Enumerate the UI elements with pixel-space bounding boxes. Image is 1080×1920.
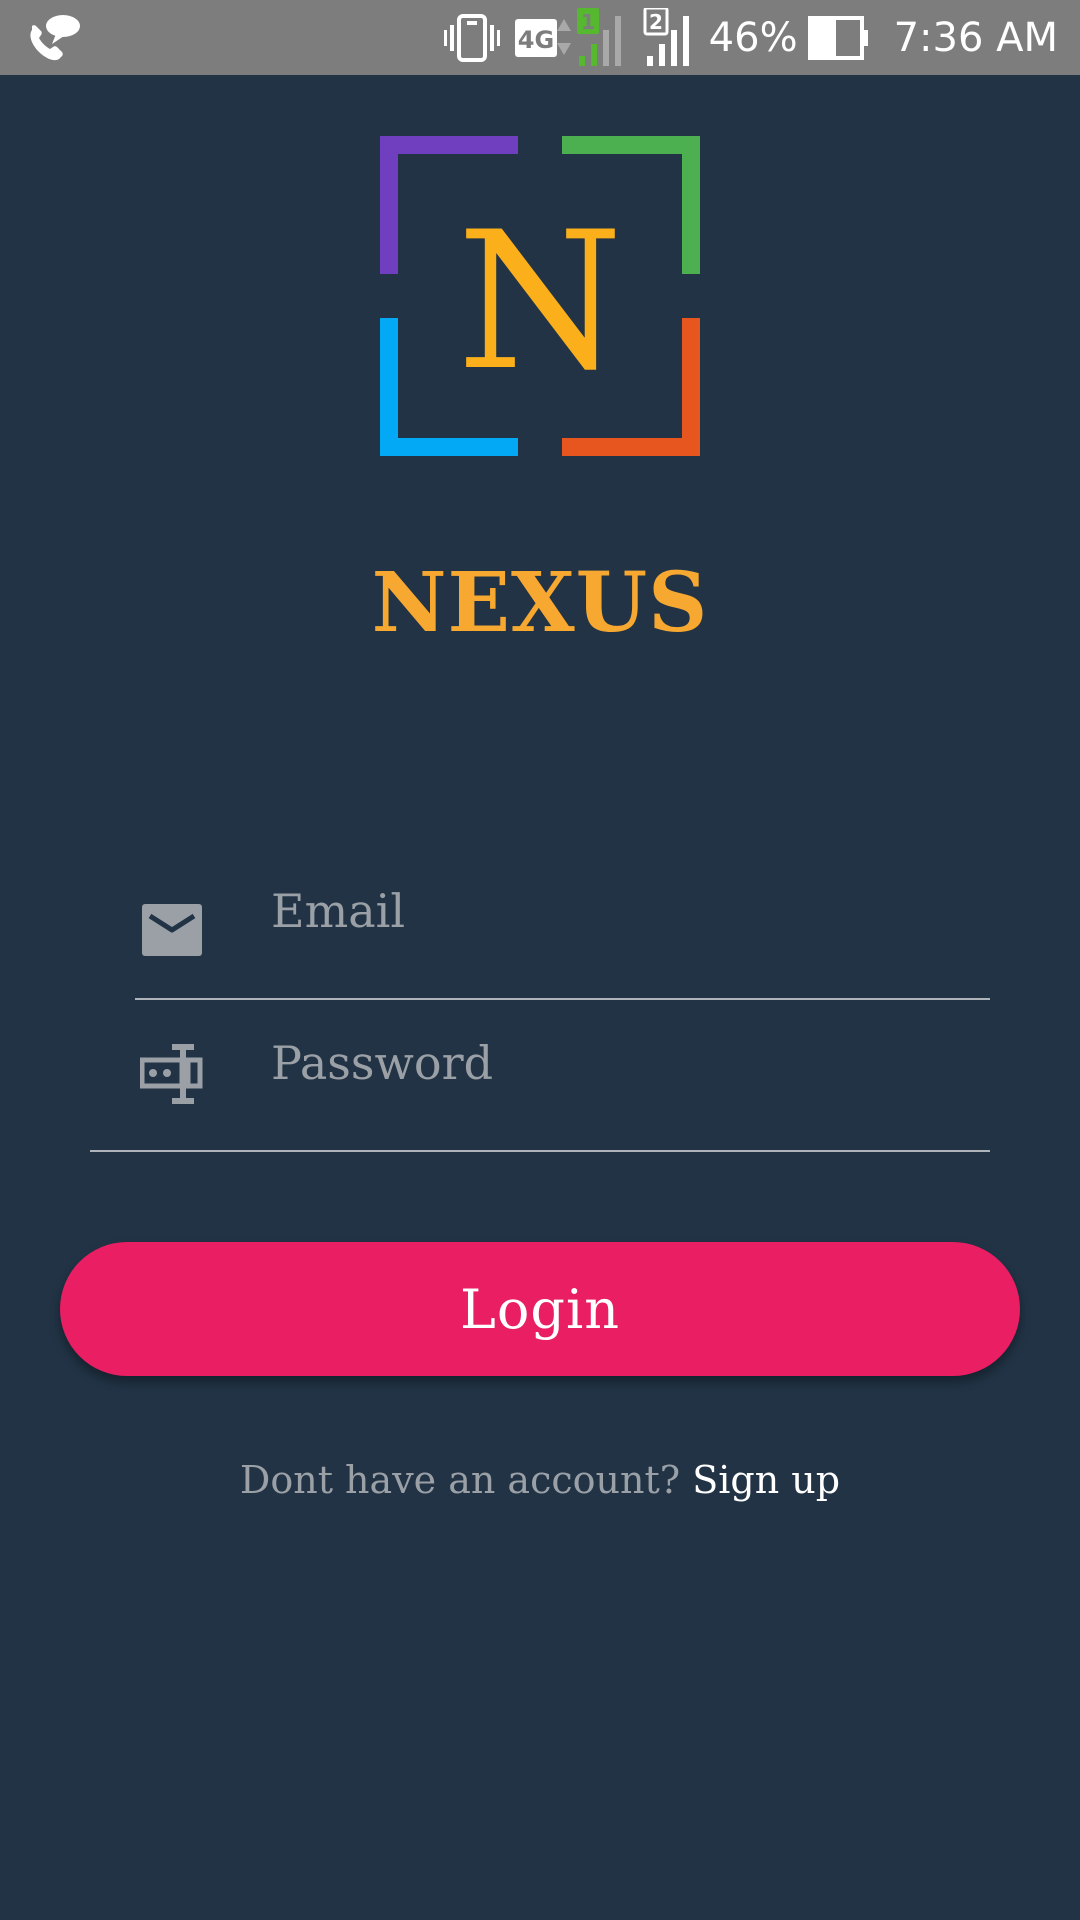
svg-text:1: 1 [581, 10, 595, 34]
battery-percent: 46% [708, 14, 798, 61]
email-underline [135, 998, 990, 1000]
clock: 7:36 AM [893, 14, 1058, 61]
svg-text:2: 2 [649, 10, 663, 34]
password-placeholder: Password [271, 1036, 494, 1090]
signup-row: Dont have an account? Sign up [0, 1458, 1080, 1502]
sim2-signal-icon: 2 [643, 7, 689, 66]
vibrate-icon [443, 13, 500, 62]
4g-icon: 4G [514, 18, 571, 57]
envelope-icon [142, 904, 202, 956]
password-field[interactable]: Password [135, 1022, 990, 1142]
password-underline [90, 1150, 990, 1152]
signup-prompt: Dont have an account? [239, 1458, 681, 1502]
password-key-icon [140, 1044, 203, 1104]
svg-text:4G: 4G [517, 26, 553, 54]
status-bar: 4G 1 2 46% 7:36 AM [0, 0, 1080, 75]
svg-text:N: N [457, 191, 623, 412]
email-field[interactable]: Email [135, 870, 990, 990]
status-icons: 4G 1 2 46% 7:36 AM [443, 0, 1058, 75]
battery-icon [807, 15, 868, 60]
email-placeholder: Email [271, 884, 406, 938]
login-button-label: Login [460, 1277, 620, 1341]
login-button[interactable]: Login [60, 1242, 1020, 1376]
sim1-signal-icon: 1 [576, 7, 621, 66]
call-bubble-icon [26, 12, 82, 64]
signup-link[interactable]: Sign up [692, 1458, 840, 1502]
nexus-logo: N [380, 136, 700, 456]
app-name: NEXUS [371, 555, 709, 651]
